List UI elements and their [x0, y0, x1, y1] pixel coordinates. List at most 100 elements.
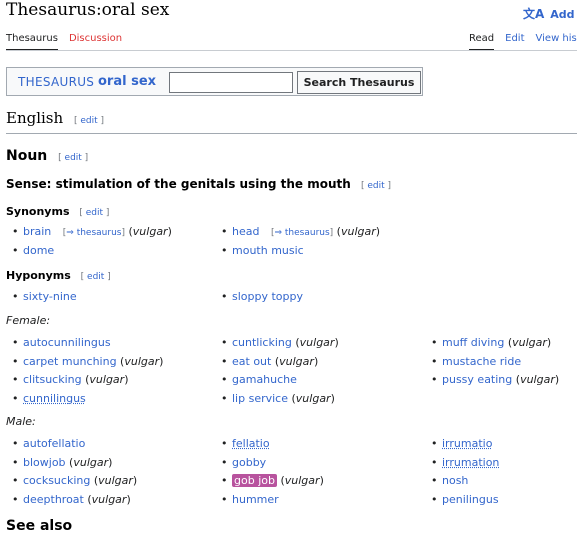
thesaurus-search-box: THESAURUS oral sex Search Thesaurus	[6, 67, 423, 96]
list-item: head [⇒ thesaurus] (vulgar)	[215, 223, 380, 242]
thesaurus-term[interactable]: oral sex	[98, 74, 156, 89]
list-item: mustache ride	[425, 353, 559, 372]
usage-note: vulgar	[520, 373, 555, 387]
list-item: sloppy toppy	[215, 288, 303, 307]
term-link[interactable]: cuntlicking	[232, 336, 292, 349]
list-item: eat out (vulgar)	[215, 353, 339, 372]
male-label: Male:	[6, 415, 36, 428]
list-item: autocunnilingus	[6, 334, 163, 353]
edit-link[interactable]: edit	[65, 153, 82, 163]
usage-note: vulgar	[299, 336, 335, 349]
edit-section-synonyms: [ edit ]	[79, 208, 110, 218]
term-link[interactable]: autocunnilingus	[23, 336, 111, 349]
term-link[interactable]: pussy eating	[442, 373, 512, 386]
hyponyms-heading-label: Hyponyms	[6, 269, 71, 282]
thesaurus-search-input[interactable]	[169, 72, 293, 93]
term-link[interactable]: muff diving	[442, 336, 504, 349]
sense-heading-label: Sense: stimulation of the genitals using…	[6, 177, 351, 191]
edit-link[interactable]: edit	[86, 208, 103, 218]
list-item: nosh	[425, 472, 499, 491]
language-heading: English [ edit ]	[6, 109, 104, 127]
usage-note: vulgar	[295, 391, 331, 405]
term-link[interactable]: irrumation	[442, 456, 499, 469]
term-link[interactable]: hummer	[232, 493, 279, 506]
term-link[interactable]: clitsucking	[23, 373, 82, 386]
tab-edit[interactable]: Edit	[505, 33, 524, 51]
pos-heading: Noun [ edit ]	[6, 148, 88, 164]
term-link[interactable]: lip service	[232, 392, 288, 405]
male-column-1: autofellatio blowjob (vulgar) cocksuckin…	[6, 435, 137, 509]
list-item: gobby	[215, 454, 324, 473]
pos-heading-label: Noun	[6, 148, 48, 164]
next-section-heading: See also	[6, 518, 73, 534]
list-item: gamahuche	[215, 371, 339, 390]
usage-note: vulgar	[98, 474, 133, 488]
thesaurus-link[interactable]: ⇒ thesaurus	[66, 228, 121, 238]
list-item: deepthroat (vulgar)	[6, 491, 137, 510]
list-item: blowjob (vulgar)	[6, 454, 137, 473]
female-column-3: muff diving (vulgar) mustache ride pussy…	[425, 334, 559, 390]
term-link[interactable]: sixty-nine	[23, 290, 77, 303]
thesaurus-link[interactable]: ⇒ thesaurus	[274, 228, 329, 238]
usage-note: vulgar	[279, 354, 314, 368]
namespace-tabs: Thesaurus Discussion	[6, 33, 122, 51]
term-link[interactable]: eat out	[232, 355, 271, 368]
edit-section-sense: [ edit ]	[361, 181, 392, 191]
term-link-highlighted[interactable]: gob job	[232, 474, 277, 488]
add-languages-button[interactable]: 文A Add la	[523, 5, 577, 22]
term-link[interactable]: mouth music	[232, 244, 304, 257]
page-title: Thesaurus:oral sex	[6, 0, 170, 20]
term-link[interactable]: penilingus	[442, 493, 499, 506]
male-column-3: irrumatio irrumation nosh penilingus	[425, 435, 499, 509]
term-link[interactable]: dome	[23, 244, 54, 257]
tab-divider	[6, 50, 577, 51]
list-item: cunnilingus	[6, 390, 163, 409]
term-link[interactable]: gamahuche	[232, 373, 297, 386]
term-link[interactable]: cunnilingus	[23, 392, 86, 405]
search-thesaurus-button[interactable]: Search Thesaurus	[297, 71, 421, 94]
list-item: pussy eating (vulgar)	[425, 371, 559, 390]
list-item: clitsucking (vulgar)	[6, 371, 163, 390]
female-column-2: cuntlicking (vulgar) eat out (vulgar) ga…	[215, 334, 339, 408]
edit-link[interactable]: edit	[80, 116, 97, 126]
edit-section-noun: [ edit ]	[58, 153, 89, 163]
term-link[interactable]: fellatio	[232, 437, 270, 450]
tab-view-history[interactable]: View histo	[536, 33, 577, 51]
term-link[interactable]: mustache ride	[442, 355, 521, 368]
term-link[interactable]: autofellatio	[23, 437, 85, 450]
list-item: cuntlicking (vulgar)	[215, 334, 339, 353]
term-link[interactable]: sloppy toppy	[232, 290, 303, 303]
view-tabs: Read Edit View histo	[469, 33, 577, 51]
tab-discussion[interactable]: Discussion	[69, 33, 122, 51]
synonyms-column-2: head [⇒ thesaurus] (vulgar) mouth music	[215, 223, 380, 260]
hyponyms-column-1: sixty-nine	[6, 288, 77, 307]
synonyms-column-1: brain [⇒ thesaurus] (vulgar) dome	[6, 223, 172, 260]
tab-read[interactable]: Read	[469, 33, 495, 51]
list-item: brain [⇒ thesaurus] (vulgar)	[6, 223, 172, 242]
hyponyms-heading: Hyponyms [ edit ]	[6, 269, 111, 282]
list-item: carpet munching (vulgar)	[6, 353, 163, 372]
female-label: Female:	[6, 314, 51, 327]
term-link[interactable]: brain	[23, 225, 51, 238]
usage-note: vulgar	[284, 474, 320, 488]
tab-thesaurus[interactable]: Thesaurus	[6, 33, 58, 51]
section-divider	[6, 133, 577, 134]
add-languages-label: Add la	[550, 8, 577, 21]
edit-link[interactable]: edit	[367, 181, 384, 191]
term-link[interactable]: deepthroat	[23, 493, 84, 506]
list-item: fellatio	[215, 435, 324, 454]
term-link[interactable]: cocksucking	[23, 474, 90, 487]
thesaurus-label[interactable]: THESAURUS	[18, 75, 94, 89]
term-link[interactable]: blowjob	[23, 456, 66, 469]
term-link[interactable]: nosh	[442, 474, 468, 487]
term-link[interactable]: head	[232, 225, 259, 238]
female-column-1: autocunnilingus carpet munching (vulgar)…	[6, 334, 163, 408]
term-link[interactable]: carpet munching	[23, 355, 117, 368]
list-item: autofellatio	[6, 435, 137, 454]
edit-link[interactable]: edit	[87, 272, 104, 282]
edit-section-hyponyms: [ edit ]	[80, 272, 111, 282]
usage-note: vulgar	[132, 225, 168, 238]
usage-note: vulgar	[340, 225, 376, 238]
term-link[interactable]: irrumatio	[442, 437, 492, 450]
term-link[interactable]: gobby	[232, 456, 266, 469]
